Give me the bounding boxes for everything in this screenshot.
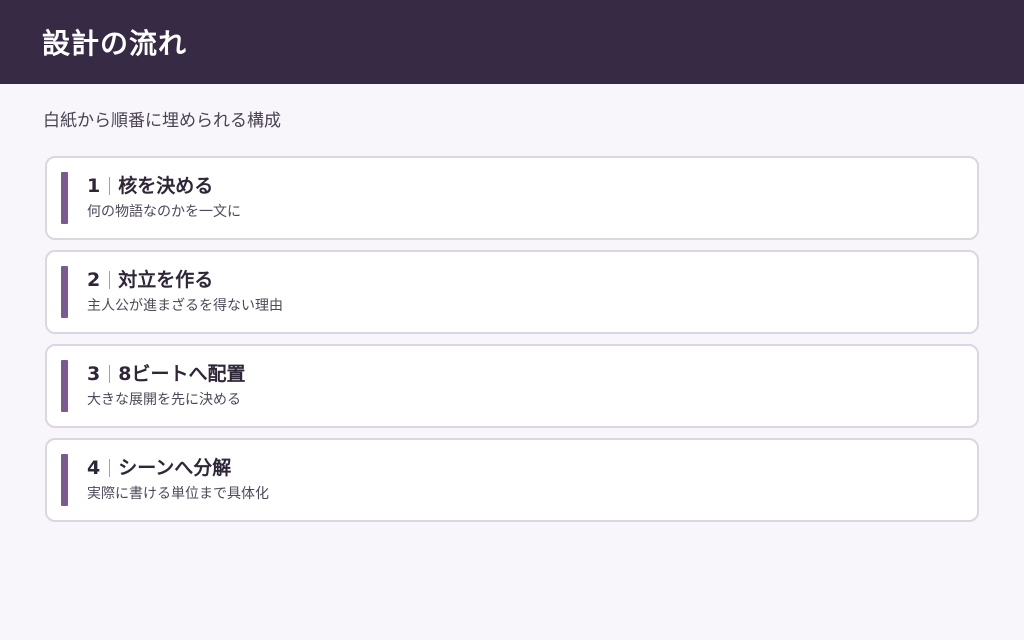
step-description: 実際に書ける単位まで具体化 [87,486,269,502]
step-title-text: 8ビートへ配置 [118,363,246,385]
step-card-2[interactable]: 2 対立を作る 主人公が進まざるを得ない理由 [45,250,979,334]
step-text: 3 8ビートへ配置 大きな展開を先に決める [87,360,245,410]
step-title-text: 対立を作る [118,269,214,291]
step-number: 2 [87,269,101,291]
accent-bar [61,454,68,506]
step-card-1[interactable]: 1 核を決める 何の物語なのかを一文に [45,156,979,240]
step-divider [109,177,111,195]
page-title: 設計の流れ [42,27,188,60]
app-header: 設計の流れ [0,0,1024,84]
accent-bar [61,360,68,412]
step-text: 1 核を決める 何の物語なのかを一文に [87,172,241,222]
page-subtitle: 白紙から順番に埋められる構成 [43,111,281,131]
step-description: 主人公が進まざるを得ない理由 [87,298,283,314]
step-divider [109,459,111,477]
step-title: 3 8ビートへ配置 [87,360,245,388]
accent-bar [61,266,68,318]
accent-bar [61,172,68,224]
step-text: 2 対立を作る 主人公が進まざるを得ない理由 [87,266,283,316]
step-description: 何の物語なのかを一文に [87,204,241,220]
step-title: 1 核を決める [87,172,241,200]
step-divider [109,271,111,289]
main-content: 白紙から順番に埋められる構成 1 核を決める 何の物語なのかを一文に 2 対立を… [0,108,1024,522]
step-number: 3 [87,363,101,385]
step-text: 4 シーンへ分解 実際に書ける単位まで具体化 [87,454,269,504]
step-title: 2 対立を作る [87,266,283,294]
step-card-4[interactable]: 4 シーンへ分解 実際に書ける単位まで具体化 [45,438,979,522]
step-divider [109,365,111,383]
step-title-text: 核を決める [118,175,214,197]
step-number: 4 [87,457,101,479]
step-list: 1 核を決める 何の物語なのかを一文に 2 対立を作る 主人公が進まざるを得ない… [45,156,979,522]
step-title-text: シーンへ分解 [118,457,232,479]
step-card-3[interactable]: 3 8ビートへ配置 大きな展開を先に決める [45,344,979,428]
step-title: 4 シーンへ分解 [87,454,269,482]
step-number: 1 [87,175,101,197]
step-description: 大きな展開を先に決める [87,392,241,408]
